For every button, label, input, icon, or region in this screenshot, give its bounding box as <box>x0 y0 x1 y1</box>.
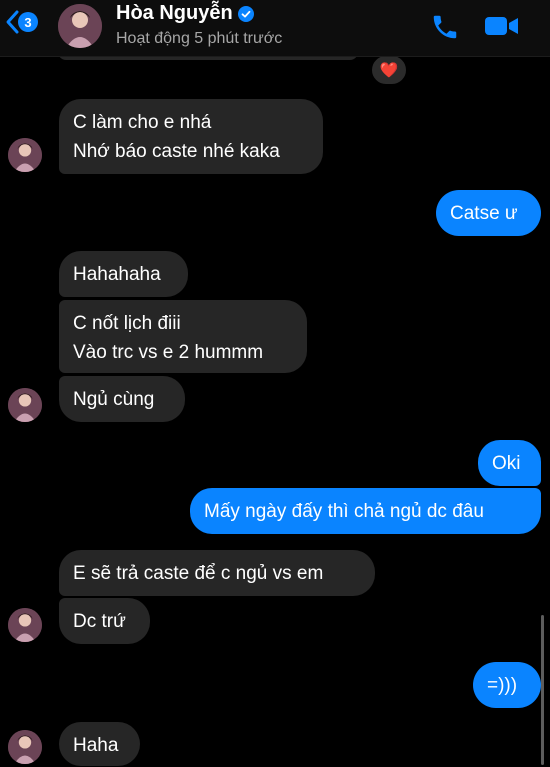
chat-header: 3 Hòa Nguyễn Hoạt động 5 phút trước <box>0 0 550 57</box>
message-text: C nốt lịch điii <box>73 313 181 334</box>
message-text: E sẽ trả caste để c ngủ vs em <box>73 563 324 584</box>
sender-avatar[interactable] <box>8 608 42 642</box>
message-text: Vào trc vs e 2 hummm <box>73 342 264 363</box>
scrollbar[interactable] <box>541 615 544 765</box>
heart-icon: ❤️ <box>379 62 399 79</box>
message-text: Nhớ báo caste nhé kaka <box>73 141 280 162</box>
incoming-message[interactable]: Haha <box>59 722 140 766</box>
contact-name[interactable]: Hòa Nguyễn <box>116 2 254 25</box>
outgoing-message[interactable]: =))) <box>473 662 541 708</box>
incoming-message[interactable]: C nốt lịch điii Vào trc vs e 2 hummm <box>59 300 307 373</box>
phone-icon <box>433 15 457 39</box>
unread-count-badge: 3 <box>18 12 38 32</box>
video-call-button[interactable] <box>484 14 520 43</box>
message-text: Hahahaha <box>73 264 161 285</box>
back-button[interactable]: 3 <box>4 9 38 35</box>
message-text: =))) <box>487 675 518 696</box>
message-text: Catse ư <box>450 203 518 224</box>
contact-avatar[interactable] <box>58 4 102 48</box>
sender-avatar[interactable] <box>8 388 42 422</box>
message-text: C làm cho e nhá <box>73 112 212 133</box>
outgoing-message[interactable]: Oki <box>478 440 541 486</box>
video-camera-icon <box>485 17 518 35</box>
active-status: Hoạt động 5 phút trước <box>116 30 283 47</box>
voice-call-button[interactable] <box>430 12 460 47</box>
incoming-message[interactable]: Hahahaha <box>59 251 188 297</box>
verified-badge-icon <box>237 5 254 22</box>
message-text: Ngủ cùng <box>73 389 155 410</box>
incoming-message[interactable]: C làm cho e nhá Nhớ báo caste nhé kaka <box>59 99 323 174</box>
outgoing-message[interactable]: Mấy ngày đấy thì chả ngủ dc đâu <box>190 488 541 534</box>
sender-avatar[interactable] <box>8 730 42 764</box>
message-text: Mấy ngày đấy thì chả ngủ dc đâu <box>204 501 484 522</box>
message-text: Dc trứ <box>73 611 126 632</box>
incoming-message[interactable]: Ngủ cùng <box>59 376 185 422</box>
incoming-message[interactable]: E sẽ trả caste để c ngủ vs em <box>59 550 375 596</box>
incoming-message[interactable]: Dc trứ <box>59 598 150 644</box>
heart-reaction[interactable]: ❤️ <box>370 54 408 86</box>
sender-avatar[interactable] <box>8 138 42 172</box>
message-text: Oki <box>492 453 521 474</box>
message-text: Haha <box>73 735 119 756</box>
outgoing-message[interactable]: Catse ư <box>436 190 541 236</box>
